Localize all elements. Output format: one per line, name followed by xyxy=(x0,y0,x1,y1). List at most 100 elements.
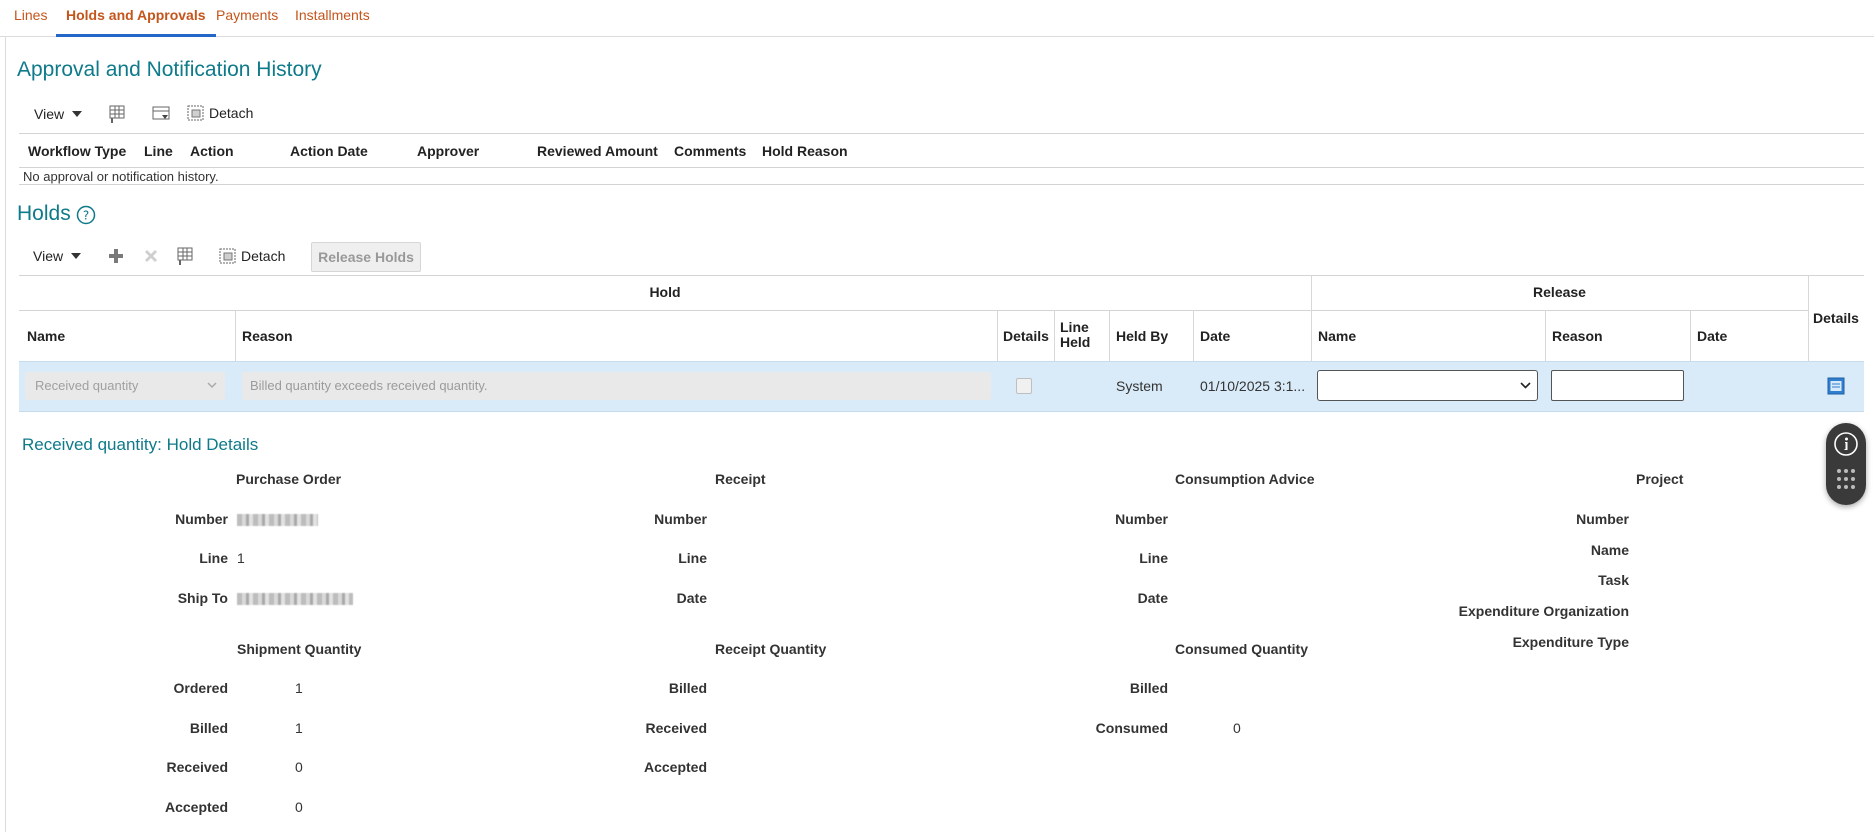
detach-icon xyxy=(219,248,236,264)
add-icon[interactable] xyxy=(105,245,127,267)
receipt-date-label: Date xyxy=(676,590,707,606)
expenditure-organization-label: Expenditure Organization xyxy=(1458,603,1629,619)
help-icon[interactable]: ? xyxy=(76,205,96,225)
approval-detach-label: Detach xyxy=(209,105,254,121)
cq-consumed-value: 0 xyxy=(1233,720,1241,736)
release-name-select[interactable] xyxy=(1317,370,1538,401)
approval-view-menu[interactable]: View xyxy=(34,106,83,122)
project-task-label: Task xyxy=(1598,572,1629,588)
freeze-columns-icon[interactable] xyxy=(174,245,196,267)
table-row[interactable]: Received quantity Billed quantity exceed… xyxy=(19,361,1864,412)
col-hold-reason: Hold Reason xyxy=(762,143,848,159)
tab-installments[interactable]: Installments xyxy=(295,0,370,37)
rq-received-label: Received xyxy=(645,720,707,736)
holds-section-title: Holds xyxy=(17,202,71,225)
divider xyxy=(19,184,1864,185)
divider xyxy=(997,310,998,361)
caret-down-icon xyxy=(71,253,82,259)
divider xyxy=(1545,310,1546,361)
wrap-columns-icon[interactable] xyxy=(150,103,172,125)
project-name-label: Name xyxy=(1590,542,1629,558)
approval-section-title: Approval and Notification History xyxy=(17,58,322,81)
divider xyxy=(19,133,1864,134)
col-workflow-type: Workflow Type xyxy=(28,143,127,159)
po-ship-to-label: Ship To xyxy=(177,590,228,606)
divider xyxy=(1054,310,1055,361)
ordered-value: 1 xyxy=(295,680,303,696)
holds-view-label: View xyxy=(33,248,64,264)
col-release-reason: Reason xyxy=(1552,328,1603,344)
expenditure-type-label: Expenditure Type xyxy=(1512,634,1629,650)
held-by-value: System xyxy=(1116,378,1163,394)
receipt-quantity-heading: Receipt Quantity xyxy=(715,641,827,657)
chevron-down-icon xyxy=(207,382,217,389)
col-line-held: Line Held xyxy=(1060,319,1091,350)
po-ship-to-redacted xyxy=(237,593,353,605)
col-line: Line xyxy=(144,143,173,159)
approval-detach-button[interactable]: Detach xyxy=(187,104,253,122)
col-details: Details xyxy=(1003,328,1049,344)
divider xyxy=(19,167,1864,168)
project-heading: Project xyxy=(1636,471,1684,487)
group-header-release: Release xyxy=(1533,284,1586,300)
content-frame xyxy=(5,37,1874,832)
col-release-date: Date xyxy=(1697,328,1728,344)
hold-name-select: Received quantity xyxy=(25,372,225,400)
receipt-number-label: Number xyxy=(654,511,707,527)
billed-label: Billed xyxy=(189,720,228,736)
col-date: Date xyxy=(1200,328,1231,344)
col-approver: Approver xyxy=(417,143,480,159)
holds-view-menu[interactable]: View xyxy=(33,248,82,264)
col-comments: Comments xyxy=(674,143,747,159)
cq-consumed-label: Consumed xyxy=(1095,720,1168,736)
tab-holds-and-approvals[interactable]: Holds and Approvals xyxy=(56,0,216,37)
col-held-by: Held By xyxy=(1116,328,1169,344)
caret-down-icon xyxy=(72,111,83,117)
svg-text:?: ? xyxy=(83,209,89,223)
floating-assistant[interactable] xyxy=(1826,423,1866,505)
accepted-value: 0 xyxy=(295,799,303,815)
divider xyxy=(1193,310,1194,361)
details-checkbox xyxy=(1016,378,1032,394)
ca-line-label: Line xyxy=(1139,550,1168,566)
receipt-line-label: Line xyxy=(678,550,707,566)
tab-holds-and-approvals-label: Holds and Approvals xyxy=(66,7,206,23)
col-action: Action xyxy=(190,143,234,159)
col-details-end: Details xyxy=(1813,310,1859,326)
details-icon[interactable] xyxy=(1827,377,1845,395)
po-line-value: 1 xyxy=(237,550,245,566)
consumption-advice-heading: Consumption Advice xyxy=(1175,471,1315,487)
tab-payments[interactable]: Payments xyxy=(216,0,278,37)
col-release-name: Name xyxy=(1318,328,1357,344)
ca-date-label: Date xyxy=(1137,590,1168,606)
release-reason-input[interactable] xyxy=(1551,370,1684,401)
consumed-quantity-heading: Consumed Quantity xyxy=(1175,641,1309,657)
col-action-date: Action Date xyxy=(290,143,368,159)
freeze-columns-icon[interactable] xyxy=(106,103,128,125)
holds-detach-label: Detach xyxy=(241,248,286,264)
chevron-down-icon xyxy=(1520,382,1531,389)
divider xyxy=(19,275,1864,276)
approval-view-label: View xyxy=(34,106,65,122)
project-number-label: Number xyxy=(1576,511,1629,527)
accepted-label: Accepted xyxy=(164,799,228,815)
hold-reason-field: Billed quantity exceeds received quantit… xyxy=(242,372,991,400)
divider xyxy=(1690,310,1691,361)
holds-detach-button[interactable]: Detach xyxy=(219,247,285,265)
hold-details-title: Received quantity: Hold Details xyxy=(22,435,259,454)
delete-icon[interactable] xyxy=(140,245,162,267)
tab-bar: Lines Holds and Approvals Payments Insta… xyxy=(0,0,1874,37)
receipt-heading: Receipt xyxy=(715,471,766,487)
cq-billed-label: Billed xyxy=(1129,680,1168,696)
tab-lines[interactable]: Lines xyxy=(14,0,47,37)
hold-name-value: Received quantity xyxy=(35,378,139,393)
col-name: Name xyxy=(27,328,66,344)
divider xyxy=(19,310,1808,311)
info-icon[interactable] xyxy=(1833,431,1859,457)
po-line-label: Line xyxy=(199,550,228,566)
detach-icon xyxy=(187,105,204,121)
ca-number-label: Number xyxy=(1115,511,1168,527)
apps-grid-icon[interactable] xyxy=(1836,467,1856,495)
release-holds-button[interactable]: Release Holds xyxy=(311,242,421,272)
col-reviewed-amount: Reviewed Amount xyxy=(537,143,658,159)
